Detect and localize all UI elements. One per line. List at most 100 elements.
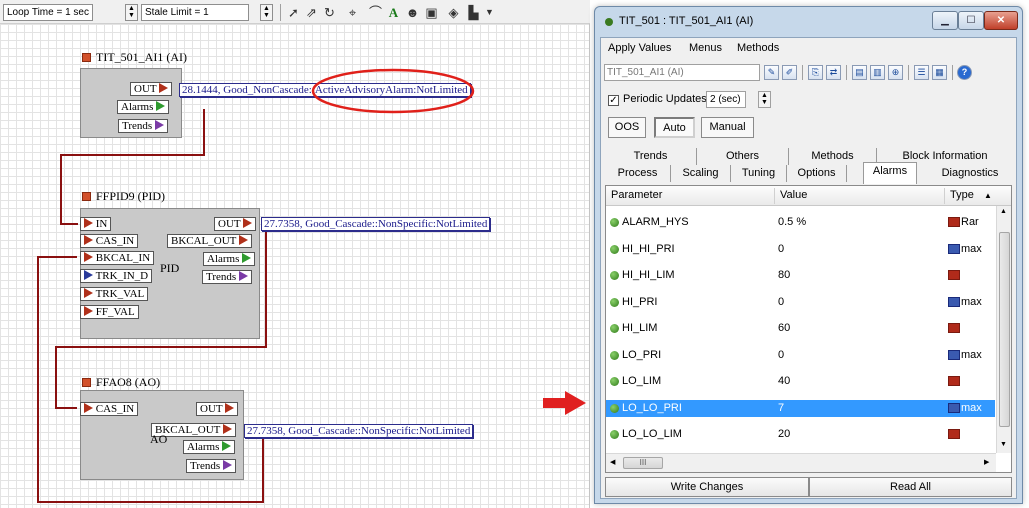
ao-cas-in-port[interactable]: CAS_IN (80, 402, 139, 416)
table-row[interactable]: LO_LIM 40 (606, 373, 995, 390)
scroll-down-icon[interactable]: ▼ (1000, 441, 1007, 448)
col-type[interactable]: Type (950, 189, 974, 201)
pid-trk-in-d-port[interactable]: TRK_IN_D (80, 269, 153, 283)
param-value[interactable]: 40 (778, 375, 790, 387)
image-icon[interactable]: ▣ (424, 5, 439, 20)
pid-in-port[interactable]: IN (80, 217, 112, 231)
help-icon[interactable]: ? (957, 65, 972, 80)
tab-options[interactable]: Options (787, 165, 847, 182)
ao-trends-port[interactable]: Trends (186, 459, 236, 473)
ai-trends-port[interactable]: Trends (118, 119, 168, 133)
horizontal-scrollbar[interactable]: ◀ III ▶ (606, 453, 996, 472)
pid-alarms-port[interactable]: Alarms (203, 252, 256, 266)
menu-methods[interactable]: Methods (737, 42, 779, 54)
loop-time-field[interactable]: Loop Time = 1 sec (3, 4, 93, 21)
block-name-field[interactable]: TIT_501_AI1 (AI) (604, 64, 760, 81)
mode-oos-button[interactable]: OOS (608, 117, 646, 138)
tab-tuning[interactable]: Tuning (731, 165, 787, 182)
tag-icon[interactable]: ⌖ (345, 5, 360, 20)
scroll-left-icon[interactable]: ◀ (610, 458, 615, 466)
param-value[interactable]: 0 (778, 296, 784, 308)
interval-field[interactable]: 2 (sec) (706, 91, 746, 108)
table-row[interactable]: LO_PRI 0 max (606, 347, 995, 364)
param-value[interactable]: 0 (778, 243, 784, 255)
param-value[interactable]: 0 (778, 349, 784, 361)
read-all-button[interactable]: Read All (809, 477, 1012, 497)
vertical-scroll-thumb[interactable] (999, 232, 1010, 427)
table-row[interactable]: HI_PRI 0 max (606, 294, 995, 311)
parameter-grid[interactable]: Parameter Value Type ▲ ALARM_HYS 0.5 % Rar… (605, 185, 1012, 473)
scroll-right-icon[interactable]: ▶ (984, 458, 989, 466)
function-block-canvas[interactable]: TIT_501_AI1 (AI) OUT Alarms Trends 28.14… (0, 24, 590, 508)
table-row[interactable]: LO_LO_PRI 7 max (606, 399, 995, 417)
stale-limit-spinner[interactable]: ▲ ▼ (260, 4, 273, 21)
grid-view-icon[interactable]: ▦ (932, 65, 947, 80)
table-row[interactable]: HI_HI_PRI 0 max (606, 241, 995, 258)
table-row[interactable]: ALARM_HYS 0.5 % Rar (606, 214, 995, 231)
edit-icon[interactable]: ✎ (764, 65, 779, 80)
pointer-icon[interactable]: ➚ (286, 5, 301, 20)
param-value[interactable]: 0.5 % (778, 216, 806, 228)
param-value[interactable]: 60 (778, 322, 790, 334)
close-button[interactable]: ✕ (984, 11, 1018, 30)
write-changes-button[interactable]: Write Changes (605, 477, 809, 497)
tab-process[interactable]: Process (605, 165, 671, 182)
mode-auto-button[interactable]: Auto (654, 117, 695, 138)
copy-icon[interactable]: ⎘ (808, 65, 823, 80)
ai-out-port[interactable]: OUT (130, 82, 173, 96)
periodic-updates-checkbox[interactable]: ✓ (608, 95, 619, 106)
list-view-icon[interactable]: ☰ (914, 65, 929, 80)
ao-alarms-port[interactable]: Alarms (183, 440, 236, 454)
ai-alarms-port[interactable]: Alarms (117, 100, 170, 114)
pid-trk-val-port[interactable]: TRK_VAL (80, 287, 149, 301)
layer-icon[interactable]: ▙ (466, 5, 481, 20)
tab-alarms[interactable]: Alarms (863, 162, 917, 184)
compare-icon[interactable]: ⇄ (826, 65, 841, 80)
table-row[interactable]: LO_LO_LIM 20 (606, 426, 995, 443)
maximize-button[interactable]: ☐ (958, 11, 984, 30)
param-value[interactable]: 80 (778, 269, 790, 281)
loop-time-spinner[interactable]: ▲ ▼ (125, 4, 138, 21)
mode-manual-button[interactable]: Manual (701, 117, 754, 138)
pid-block-title[interactable]: FFPID9 (PID) (82, 189, 165, 204)
color-fill-icon[interactable]: ◈ (446, 5, 461, 20)
scroll-up-icon[interactable]: ▲ (1000, 208, 1007, 215)
vertical-scrollbar[interactable]: ▲ ▼ (996, 206, 1011, 453)
network-icon[interactable]: ⊕ (888, 65, 903, 80)
ai-block-title[interactable]: TIT_501_AI1 (AI) (82, 50, 187, 65)
pid-bkcal-out-port[interactable]: BKCAL_OUT (167, 234, 252, 248)
ao-out-port[interactable]: OUT (196, 402, 239, 416)
save-icon[interactable]: ▤ (852, 65, 867, 80)
ao-block-title[interactable]: FFAO8 (AO) (82, 375, 160, 390)
param-value[interactable]: 20 (778, 428, 790, 440)
col-value[interactable]: Value (780, 189, 807, 201)
menu-apply-values[interactable]: Apply Values (608, 42, 671, 54)
arc-icon[interactable]: ⌒ (368, 5, 383, 20)
pid-out-port[interactable]: OUT (214, 217, 257, 231)
tab-scaling[interactable]: Scaling (671, 165, 731, 182)
table-row[interactable]: HI_LIM 60 (606, 320, 995, 337)
pid-ff-val-port[interactable]: FF_VAL (80, 305, 139, 319)
text-tool-icon[interactable]: A (386, 5, 401, 20)
menu-menus[interactable]: Menus (689, 42, 722, 54)
edit-all-icon[interactable]: ✐ (782, 65, 797, 80)
horizontal-scroll-thumb[interactable]: III (623, 457, 663, 469)
pid-bkcal-in-port[interactable]: BKCAL_IN (80, 251, 155, 265)
dialog-titlebar[interactable]: TIT_501 : TIT_501_AI1 (AI) ▁ ☐ ✕ (595, 7, 1022, 37)
tab-others[interactable]: Others (697, 148, 789, 165)
pid-trends-port[interactable]: Trends (202, 270, 252, 284)
interval-spinner[interactable]: ▲ ▼ (758, 91, 771, 108)
open-icon[interactable]: ▥ (870, 65, 885, 80)
stale-limit-field[interactable]: Stale Limit = 1 (141, 4, 249, 21)
minimize-button[interactable]: ▁ (932, 11, 958, 30)
connect-icon[interactable]: ⇗ (304, 5, 319, 20)
table-row[interactable]: HI_HI_LIM 80 (606, 267, 995, 284)
param-value[interactable]: 7 (778, 402, 784, 414)
tab-trends[interactable]: Trends (605, 148, 697, 165)
tab-diagnostics[interactable]: Diagnostics (927, 165, 1013, 182)
pid-cas-in-port[interactable]: CAS_IN (80, 234, 139, 248)
dropdown-arrow-icon[interactable]: ▼ (482, 5, 497, 20)
col-parameter[interactable]: Parameter (611, 189, 662, 201)
sort-up-icon[interactable]: ▲ (984, 191, 992, 200)
refresh-icon[interactable]: ↻ (322, 5, 337, 20)
